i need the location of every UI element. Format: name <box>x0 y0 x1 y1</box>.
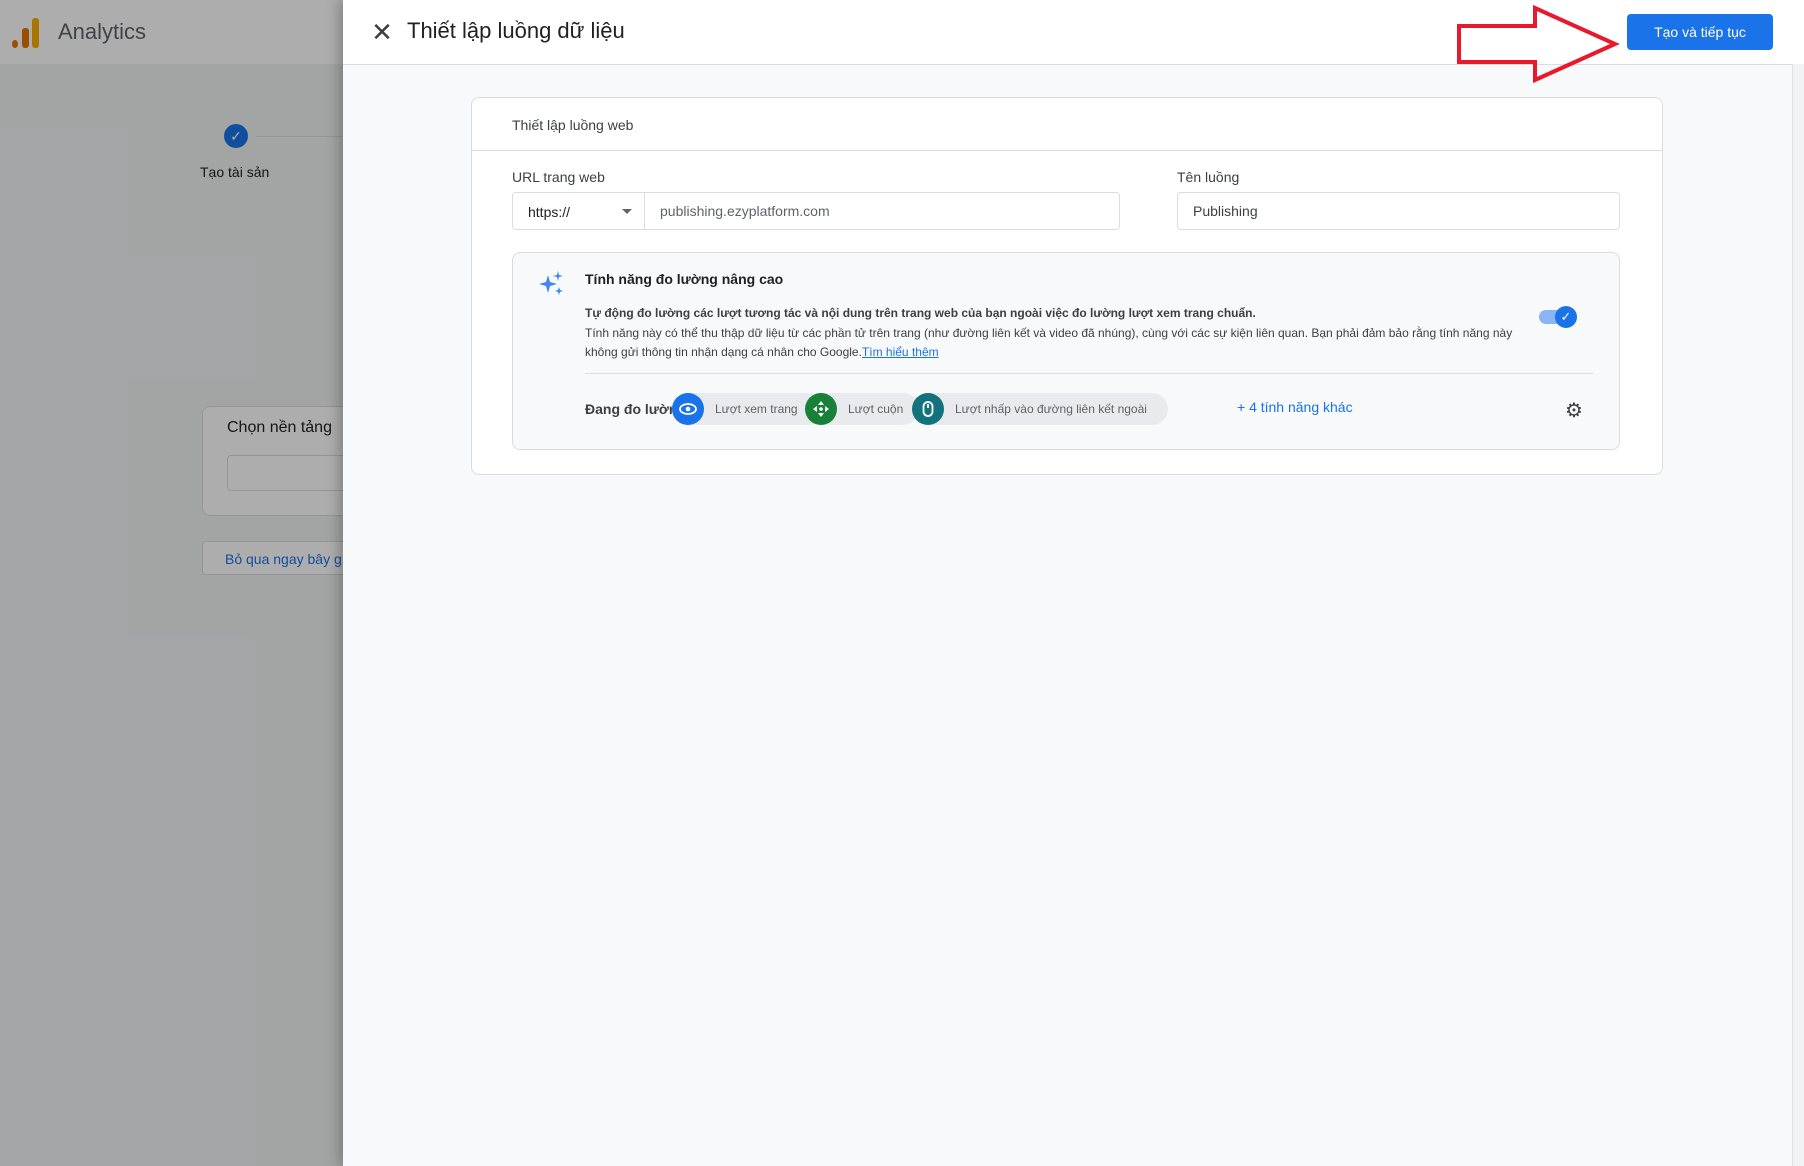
enhanced-measurement-summary: Tự động đo lường các lượt tương tác và n… <box>585 306 1256 320</box>
sparkle-icon <box>539 271 563 295</box>
stream-name-input[interactable] <box>1177 192 1620 230</box>
create-and-continue-button[interactable]: Tạo và tiếp tục <box>1627 14 1773 50</box>
description-text: Tính năng này có thể thu thập dữ liệu từ… <box>585 326 1513 359</box>
drawer-header: ✕ Thiết lập luồng dữ liệu Tạo và tiếp tụ… <box>343 0 1804 84</box>
more-features-link[interactable]: + 4 tính năng khác <box>1237 399 1353 415</box>
protocol-select[interactable]: https:// <box>512 192 644 230</box>
drawer-title: Thiết lập luồng dữ liệu <box>407 18 625 43</box>
stream-setup-drawer: ✕ Thiết lập luồng dữ liệu Tạo và tiếp tụ… <box>343 0 1804 1166</box>
mouse-icon <box>912 393 944 425</box>
card-header: Thiết lập luồng web <box>472 98 1662 151</box>
web-stream-card: Thiết lập luồng web URL trang web https:… <box>471 97 1663 475</box>
close-icon[interactable]: ✕ <box>368 18 396 46</box>
chip-outbound-clicks[interactable]: Lượt nhấp vào đường liên kết ngoài <box>912 393 1168 425</box>
enhanced-measurement-toggle[interactable]: ✓ <box>1539 306 1577 328</box>
enhanced-measurement-panel: Tính năng đo lường nâng cao Tự động đo l… <box>512 252 1620 450</box>
enhanced-measurement-description: Tính năng này có thể thu thập dữ liệu từ… <box>585 324 1525 362</box>
enhanced-measurement-title: Tính năng đo lường nâng cao <box>585 271 784 287</box>
annotation-arrow-icon <box>1457 4 1620 84</box>
gear-icon[interactable]: ⚙ <box>1563 400 1585 422</box>
url-label: URL trang web <box>512 169 605 185</box>
check-icon: ✓ <box>1555 306 1577 328</box>
chip-scrolls[interactable]: Lượt cuộn <box>805 393 919 425</box>
eye-icon <box>672 393 704 425</box>
scrollbar[interactable] <box>1792 64 1804 1166</box>
dropdown-caret-icon <box>622 209 632 214</box>
scroll-arrows-icon <box>805 393 837 425</box>
chip-label: Lượt xem trang <box>715 402 798 416</box>
learn-more-link[interactable]: Tìm hiểu thêm <box>862 345 939 359</box>
chip-label: Lượt cuộn <box>848 402 904 416</box>
website-url-input[interactable] <box>644 192 1120 230</box>
card-title: Thiết lập luồng web <box>512 117 634 133</box>
protocol-value: https:// <box>528 204 571 220</box>
divider <box>585 373 1593 374</box>
chip-page-views[interactable]: Lượt xem trang <box>672 393 826 425</box>
chip-label: Lượt nhấp vào đường liên kết ngoài <box>955 402 1147 416</box>
stream-name-label: Tên luồng <box>1177 169 1240 185</box>
